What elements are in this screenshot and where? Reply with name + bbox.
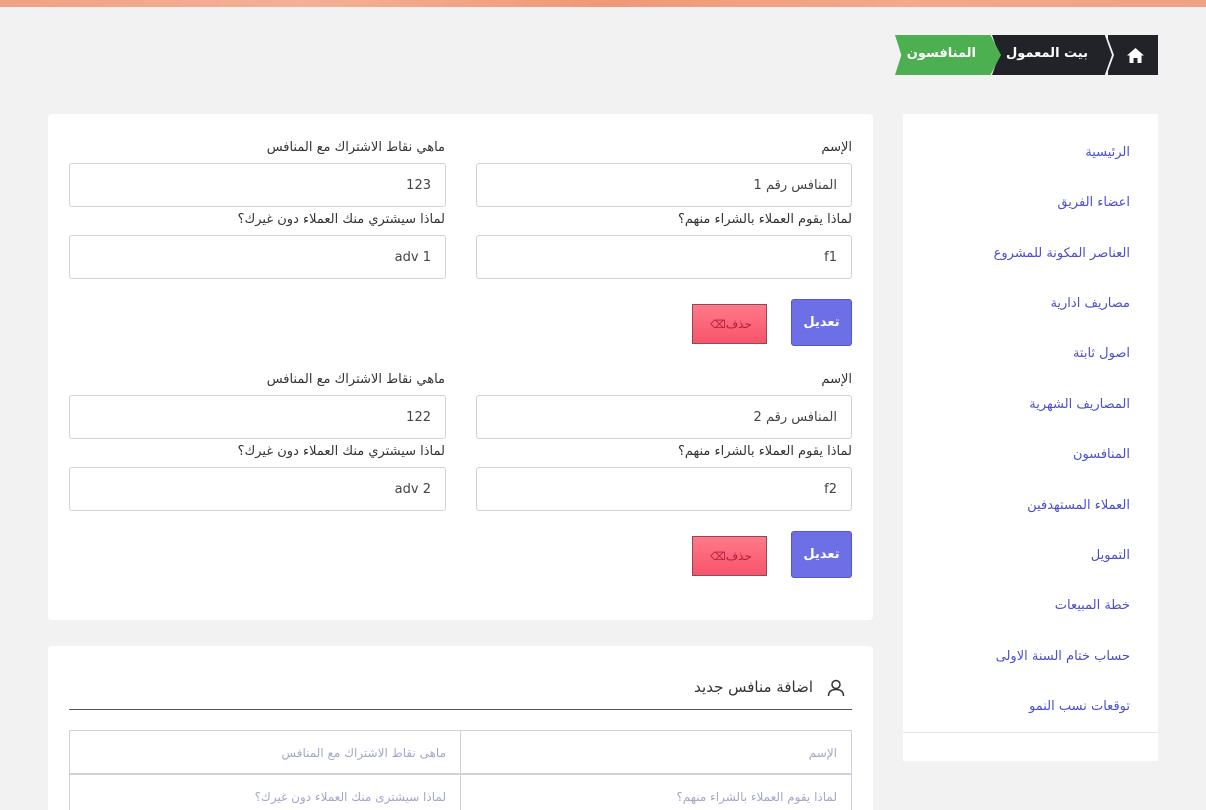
- title-underline: [69, 709, 852, 710]
- common-points-label: ماهي نقاط الاشتراك مع المنافس: [266, 372, 445, 387]
- edit-button[interactable]: تعديل: [791, 299, 852, 346]
- why-buy-label: لماذا يقوم العملاء بالشراء منهم؟: [677, 212, 852, 227]
- common-points-label: ماهي نقاط الاشتراك مع المنافس: [266, 140, 445, 155]
- user-icon: [827, 679, 845, 697]
- home-icon: [1127, 48, 1144, 63]
- advantage-field[interactable]: adv 2: [69, 467, 446, 511]
- placeholder: ماهى نقاط الاشتراك مع المنافس: [281, 746, 446, 760]
- sidebar-item-target-customers[interactable]: العملاء المستهدفين: [1027, 498, 1130, 513]
- sidebar-item-growth[interactable]: توقعات نسب النمو: [1029, 699, 1130, 714]
- sidebar-item-sales-plan[interactable]: خطة المبيعات: [1055, 598, 1130, 613]
- delete-label: حذف: [725, 317, 752, 331]
- new-name-input[interactable]: الإسم: [460, 730, 852, 774]
- add-competitor-title: اضافة منافس جديد: [694, 678, 813, 696]
- delete-button[interactable]: ⌫حذف: [692, 304, 767, 344]
- sidebar-item-team[interactable]: اعضاء الفريق: [1057, 195, 1130, 210]
- why-buy-field[interactable]: f1: [476, 235, 852, 279]
- placeholder: لماذا يقوم العملاء بالشراء منهم؟: [676, 790, 837, 804]
- advantage-label: لماذا سيشتري منك العملاء دون غيرك؟: [237, 444, 445, 459]
- sidebar-item-admin-expenses[interactable]: مصاريف ادارية: [1050, 296, 1130, 311]
- sidebar-item-year-end[interactable]: حساب ختام السنة الاولى: [996, 649, 1130, 664]
- new-advantage-input[interactable]: لماذا سيشترى منك العملاء دون غيرك؟: [69, 774, 461, 810]
- sidebar-item-components[interactable]: العناصر المكونة للمشروع: [994, 246, 1130, 261]
- why-buy-label: لماذا يقوم العملاء بالشراء منهم؟: [677, 444, 852, 459]
- breadcrumb: بيت المعمول المنافسون: [895, 35, 1158, 75]
- breadcrumb-home[interactable]: [1108, 35, 1158, 75]
- sidebar-item-monthly-expenses[interactable]: المصاريف الشهرية: [1029, 397, 1130, 412]
- top-banner-image: [0, 0, 1206, 7]
- breadcrumb-item-project[interactable]: بيت المعمول: [992, 35, 1112, 75]
- placeholder: الإسم: [808, 746, 837, 760]
- why-buy-field[interactable]: f2: [476, 467, 852, 511]
- sidebar-item-competitors[interactable]: المنافسون: [1073, 447, 1130, 462]
- name-field[interactable]: المنافس رقم 1: [476, 163, 852, 207]
- common-points-field[interactable]: 123: [69, 163, 446, 207]
- sidebar-divider: [903, 732, 1158, 733]
- sidebar: الرئيسية اعضاء الفريق العناصر المكونة لل…: [903, 114, 1158, 761]
- new-common-points-input[interactable]: ماهى نقاط الاشتراك مع المنافس: [69, 730, 461, 774]
- delete-button[interactable]: ⌫حذف: [692, 536, 767, 576]
- sidebar-item-fixed-assets[interactable]: اصول ثابتة: [1073, 346, 1130, 361]
- delete-icon: ⌫: [710, 318, 726, 331]
- advantage-field[interactable]: adv 1: [69, 235, 446, 279]
- breadcrumb-item-label: بيت المعمول: [1005, 46, 1088, 61]
- new-why-buy-input[interactable]: لماذا يقوم العملاء بالشراء منهم؟: [460, 774, 852, 810]
- breadcrumb-item-label: المنافسون: [906, 46, 976, 61]
- add-competitor-card: اضافة منافس جديد الإسم ماهى نقاط الاشترا…: [48, 646, 873, 810]
- sidebar-item-funding[interactable]: التمويل: [1091, 548, 1130, 563]
- delete-label: حذف: [725, 549, 752, 563]
- competitors-list-card: الإسم ماهي نقاط الاشتراك مع المنافس المن…: [48, 114, 873, 620]
- delete-icon: ⌫: [710, 550, 726, 563]
- common-points-field[interactable]: 122: [69, 395, 446, 439]
- name-label: الإسم: [821, 140, 852, 155]
- sidebar-item-home[interactable]: الرئيسية: [1085, 145, 1130, 160]
- breadcrumb-item-competitors: المنافسون: [895, 35, 1001, 75]
- placeholder: لماذا سيشترى منك العملاء دون غيرك؟: [254, 790, 446, 804]
- advantage-label: لماذا سيشتري منك العملاء دون غيرك؟: [237, 212, 445, 227]
- name-label: الإسم: [821, 372, 852, 387]
- edit-button[interactable]: تعديل: [791, 531, 852, 578]
- name-field[interactable]: المنافس رقم 2: [476, 395, 852, 439]
